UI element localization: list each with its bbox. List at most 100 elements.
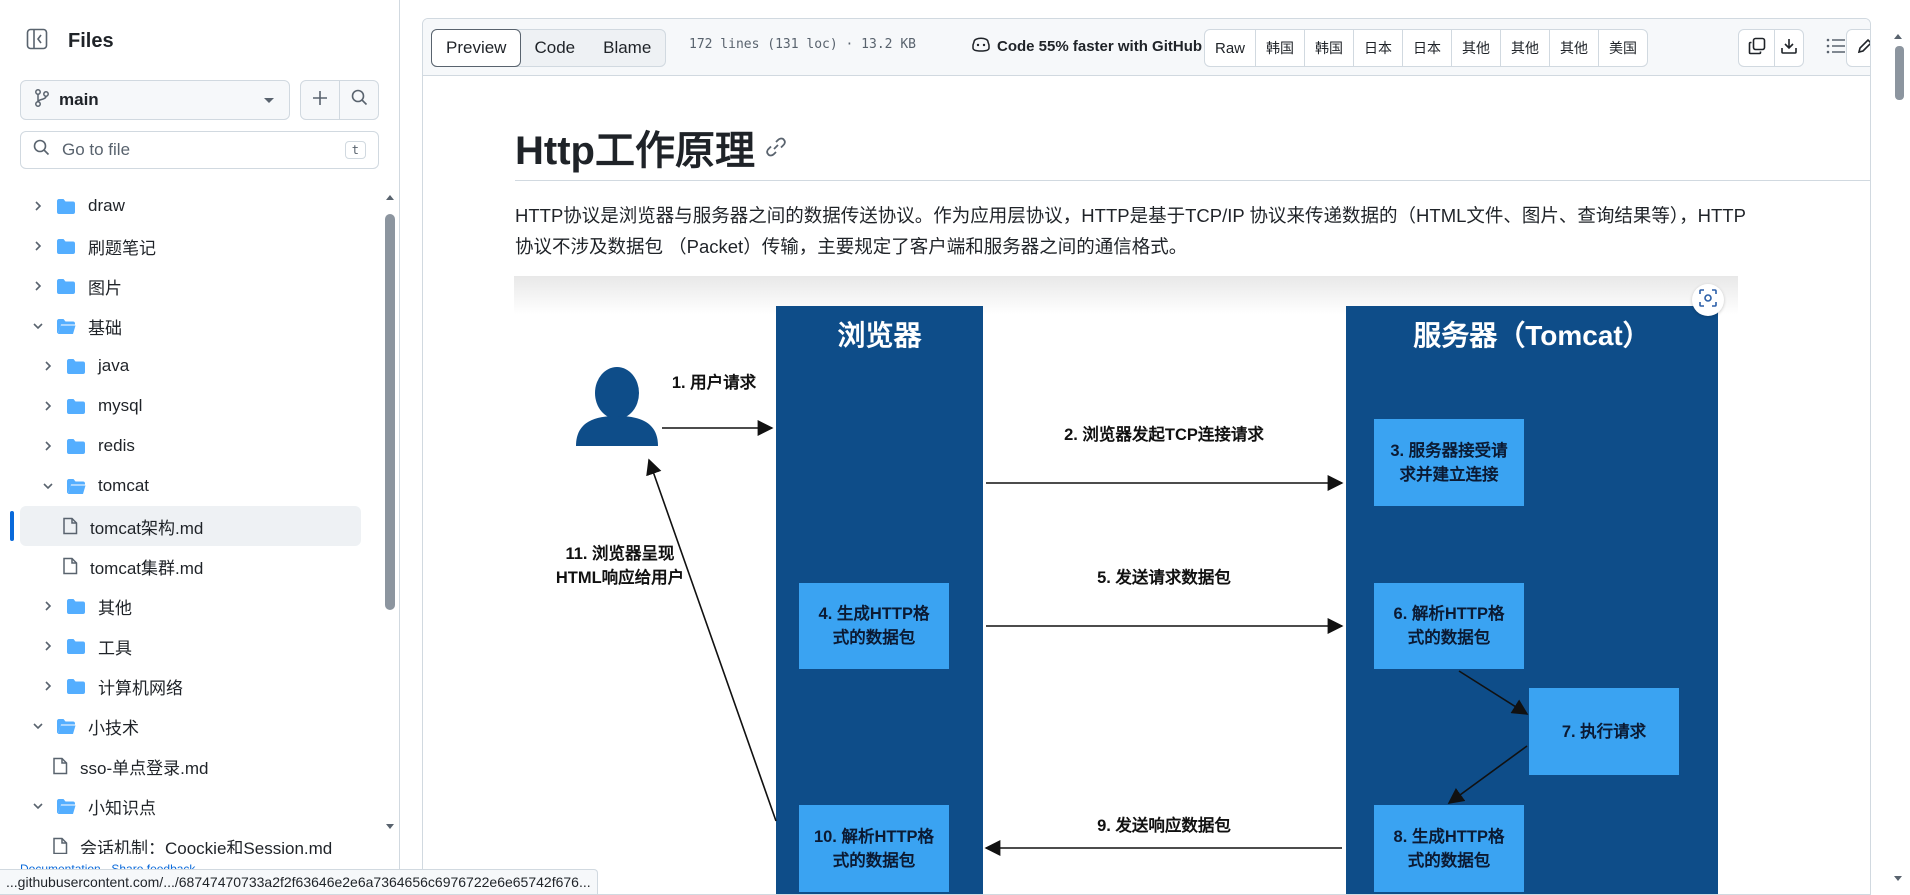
tree-item-label: draw: [88, 196, 125, 215]
mirror-button[interactable]: 美国: [1599, 30, 1647, 66]
tree-folder[interactable]: redis: [0, 426, 375, 466]
sidebar-scrollbar-thumb[interactable]: [385, 214, 395, 610]
tree-folder[interactable]: 刷题笔记: [0, 226, 375, 266]
tree-folder[interactable]: 其他: [0, 586, 375, 626]
page-scrollbar-thumb[interactable]: [1895, 46, 1904, 100]
branch-name: main: [59, 90, 99, 109]
tree-folder[interactable]: draw: [0, 186, 375, 226]
mirror-button[interactable]: 其他: [1452, 30, 1502, 66]
search-icon: [351, 89, 368, 111]
tree-item-label: 会话机制：Coockie和Session.md: [80, 838, 333, 855]
tab-blame[interactable]: Blame: [589, 30, 665, 66]
go-to-file-input[interactable]: Go to file t: [20, 131, 379, 169]
focus-frame-icon: [1699, 288, 1717, 312]
tree-file[interactable]: tomcat集群.md: [0, 546, 375, 586]
folder-icon: [66, 678, 86, 695]
search-files-button[interactable]: [339, 80, 379, 120]
chevron-down-icon[interactable]: [30, 798, 46, 814]
text-step8: 8. 生成HTTP格式的数据包: [1393, 827, 1505, 870]
anchor-link-icon[interactable]: [765, 136, 787, 158]
mirror-button[interactable]: 日本: [1354, 30, 1404, 66]
sidebar-collapse-icon: [26, 28, 48, 55]
sidebar-title: Files: [68, 29, 114, 52]
file-tree-sidebar: Files main Go to file t draw 刷题笔记图片基础 java…: [0, 0, 400, 895]
page-scroll-up-arrow[interactable]: [1892, 30, 1904, 44]
tree-folder[interactable]: 小技术: [0, 706, 375, 746]
page-title: Http工作原理: [515, 118, 787, 176]
folder-open-icon: [56, 798, 76, 815]
tree-file[interactable]: tomcat架构.md: [10, 506, 361, 546]
tree-item-label: tomcat集群.md: [90, 558, 204, 578]
view-mode-tabs: Preview Code Blame: [431, 29, 667, 67]
folder-open-icon: [56, 718, 76, 735]
copilot-promo-text: Code 55% faster with GitHub Copilot: [997, 37, 1231, 55]
tree-item-label: 小技术: [88, 718, 139, 738]
copy-raw-button[interactable]: [1739, 30, 1775, 66]
chevron-right-icon[interactable]: [40, 678, 56, 694]
chevron-down-icon[interactable]: [30, 318, 46, 334]
mirror-button[interactable]: 其他: [1550, 30, 1600, 66]
tree-file[interactable]: 会话机制：Coockie和Session.md: [0, 826, 375, 854]
tree-folder[interactable]: 图片: [0, 266, 375, 306]
file-toolbar: Preview Code Blame 172 lines (131 loc) ·…: [423, 19, 1870, 76]
download-raw-button[interactable]: [1775, 30, 1803, 66]
chevron-right-icon[interactable]: [40, 358, 56, 374]
chevron-right-icon[interactable]: [40, 598, 56, 614]
chevron-right-icon[interactable]: [40, 638, 56, 654]
tree-item-label: tomcat: [98, 476, 150, 495]
list-unordered-icon: [1826, 38, 1846, 59]
markdown-body: Http工作原理 HTTP协议是浏览器与服务器之间的数据传送协议。作为应用层协议…: [423, 76, 1870, 894]
file-icon: [52, 837, 68, 854]
add-file-button[interactable]: [300, 80, 340, 120]
outline-button[interactable]: [1821, 33, 1851, 63]
intro-paragraph: HTTP协议是浏览器与服务器之间的数据传送协议。作为应用层协议，HTTP是基于T…: [515, 205, 1746, 257]
mirror-button[interactable]: 韩国: [1256, 30, 1306, 66]
chevron-down-icon[interactable]: [40, 478, 56, 494]
folder-icon: [66, 598, 86, 615]
enter-fullscreen-button[interactable]: [1692, 284, 1724, 316]
raw-mirror-buttons: Raw 韩国 韩国 日本 日本 其他 其他 其他 美国: [1204, 29, 1649, 67]
chevron-right-icon[interactable]: [30, 238, 46, 254]
tree-item-label: 小知识点: [88, 798, 156, 818]
chevron-down-icon[interactable]: [30, 718, 46, 734]
folder-icon: [66, 358, 86, 375]
chevron-right-icon[interactable]: [40, 398, 56, 414]
browser-lane-title: 浏览器: [837, 320, 922, 351]
tree-folder[interactable]: tomcat: [0, 466, 375, 506]
branch-selector[interactable]: main: [20, 80, 290, 120]
tree-folder[interactable]: 基础: [0, 306, 375, 346]
text-step6: 6. 解析HTTP格式的数据包: [1393, 605, 1505, 647]
mirror-button[interactable]: 日本: [1403, 30, 1453, 66]
mirror-button[interactable]: 其他: [1501, 30, 1551, 66]
tab-preview[interactable]: Preview: [431, 29, 522, 67]
label-step9: 9. 发送响应数据包: [1097, 817, 1231, 835]
plus-icon: [312, 90, 328, 111]
tab-code[interactable]: Code: [520, 30, 589, 66]
tree-folder[interactable]: 小知识点: [0, 786, 375, 826]
copilot-promo[interactable]: Code 55% faster with GitHub Copilot: [971, 35, 1231, 57]
chevron-right-icon[interactable]: [30, 278, 46, 294]
copilot-icon: [971, 35, 991, 57]
heading-text: Http工作原理: [515, 129, 755, 173]
search-icon: [33, 139, 50, 161]
caret-down-icon: [263, 90, 275, 110]
tree-folder[interactable]: 计算机网络: [0, 666, 375, 706]
tree-folder[interactable]: java: [0, 346, 375, 386]
go-to-file-placeholder: Go to file: [62, 140, 131, 159]
tree-folder[interactable]: 工具: [0, 626, 375, 666]
tree-file[interactable]: sso-单点登录.md: [0, 746, 375, 786]
selected-indicator: [10, 511, 14, 541]
chevron-right-icon[interactable]: [30, 198, 46, 214]
tree-item-label: 图片: [88, 278, 122, 298]
mirror-button[interactable]: 韩国: [1305, 30, 1355, 66]
download-icon: [1780, 37, 1798, 60]
raw-button[interactable]: Raw: [1205, 30, 1257, 66]
chevron-right-icon[interactable]: [40, 438, 56, 454]
collapse-sidebar-button[interactable]: [20, 24, 54, 58]
tree-folder[interactable]: mysql: [0, 386, 375, 426]
server-lane-title: 服务器（Tomcat）: [1413, 320, 1651, 351]
page-scroll-down-arrow[interactable]: [1892, 871, 1904, 885]
git-branch-icon: [35, 88, 49, 112]
label-step11: 11. 浏览器呈现HTML响应给用户: [555, 545, 685, 587]
label-step1: 1. 用户请求: [671, 374, 757, 392]
